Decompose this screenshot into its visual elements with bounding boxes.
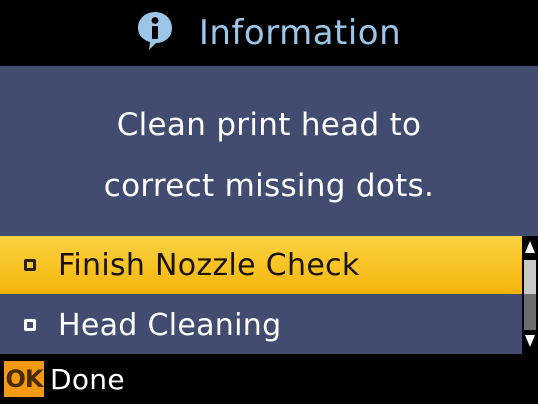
printer-lcd-screen: Information Clean print head to correct … bbox=[0, 0, 538, 404]
bullet-icon bbox=[24, 319, 36, 331]
footer-bar: OK Done bbox=[0, 354, 538, 404]
options-list: Finish Nozzle Check Head Cleaning bbox=[0, 236, 522, 354]
scrollbar[interactable] bbox=[522, 236, 538, 354]
option-head-cleaning[interactable]: Head Cleaning bbox=[0, 296, 522, 354]
scroll-thumb[interactable] bbox=[524, 260, 536, 294]
message-panel: Clean print head to correct missing dots… bbox=[0, 66, 538, 236]
title-bar: Information bbox=[0, 0, 538, 66]
option-label: Finish Nozzle Check bbox=[58, 247, 360, 283]
bullet-icon bbox=[24, 259, 36, 271]
dialog-title: Information bbox=[198, 13, 402, 53]
ok-button[interactable]: OK bbox=[4, 361, 44, 397]
message-line-2: correct missing dots. bbox=[103, 168, 435, 204]
option-finish-nozzle-check[interactable]: Finish Nozzle Check bbox=[0, 236, 522, 294]
info-icon bbox=[137, 12, 172, 50]
message-line-1: Clean print head to bbox=[116, 107, 422, 143]
scroll-up-arrow-icon[interactable] bbox=[524, 240, 536, 254]
option-label: Head Cleaning bbox=[58, 307, 282, 343]
scroll-down-arrow-icon[interactable] bbox=[524, 334, 536, 348]
ok-action-label: Done bbox=[50, 362, 125, 396]
